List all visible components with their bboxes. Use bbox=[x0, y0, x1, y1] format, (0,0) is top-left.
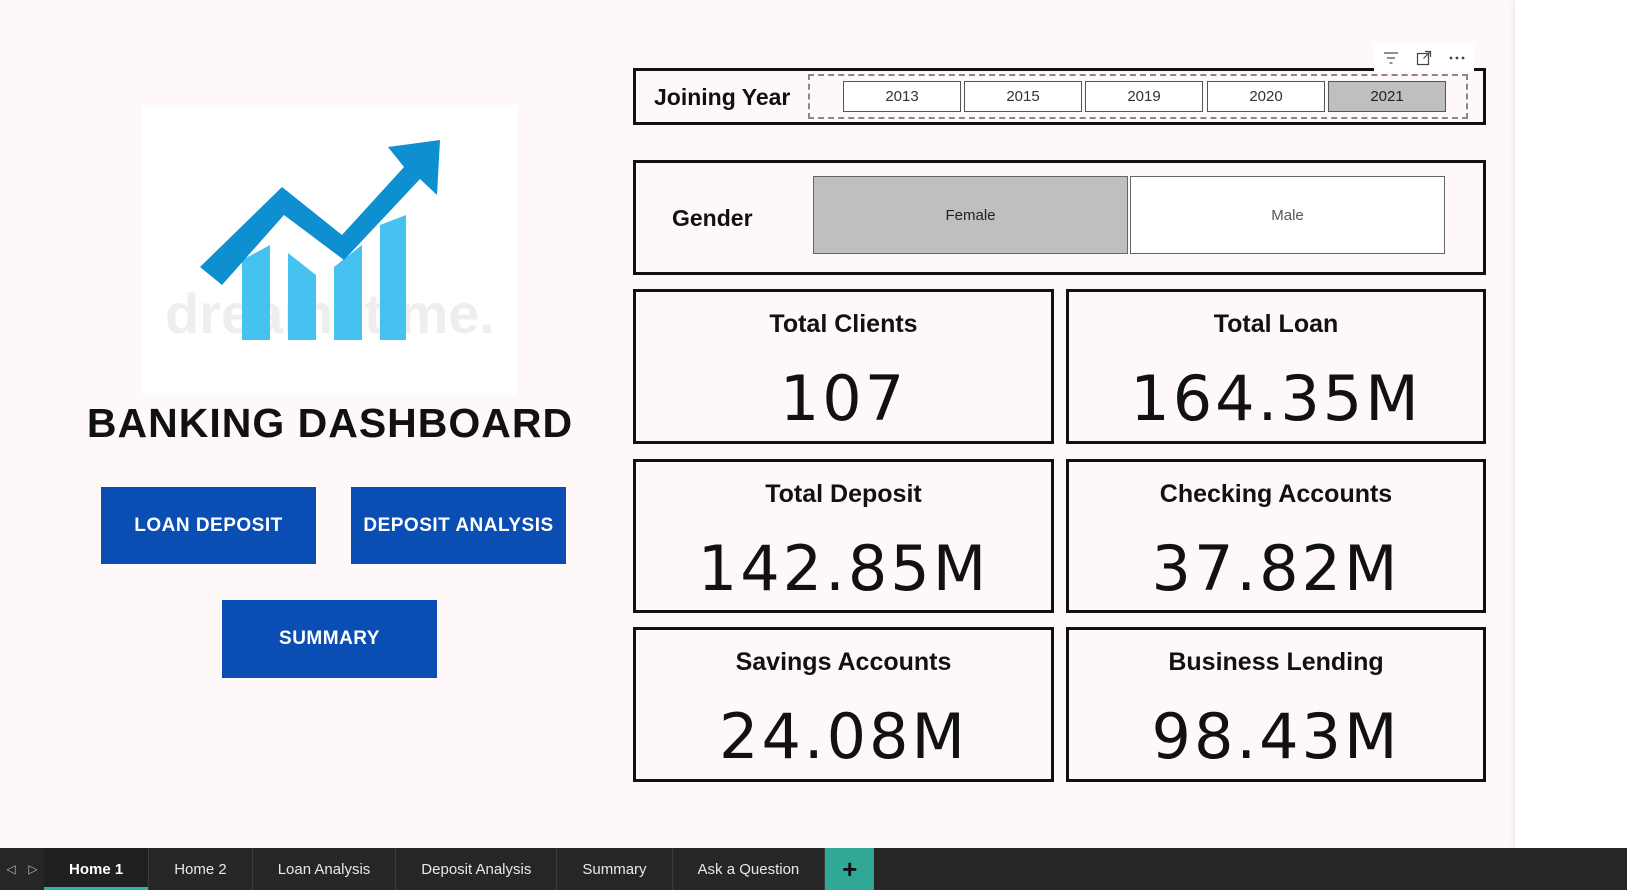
kpi-value: 24.08M bbox=[719, 700, 968, 773]
tab-home-2[interactable]: Home 2 bbox=[149, 848, 253, 890]
visual-header-toolbar bbox=[1374, 44, 1474, 72]
kpi-card-business-lending: Business Lending 98.43M bbox=[1066, 627, 1486, 782]
canvas-margin bbox=[1515, 0, 1627, 848]
kpi-title: Business Lending bbox=[1168, 648, 1384, 676]
year-option-2019[interactable]: 2019 bbox=[1085, 81, 1203, 112]
loan-deposit-button[interactable]: LOAN DEPOSIT bbox=[101, 487, 316, 564]
tab-deposit-analysis[interactable]: Deposit Analysis bbox=[396, 848, 558, 890]
kpi-value: 37.82M bbox=[1151, 532, 1401, 605]
deposit-analysis-button[interactable]: DEPOSIT ANALYSIS bbox=[351, 487, 566, 564]
tab-scroll-arrows: ◁ ▷ bbox=[0, 848, 44, 890]
more-options-icon[interactable] bbox=[1446, 47, 1468, 69]
kpi-card-total-clients: Total Clients 107 bbox=[633, 289, 1054, 444]
kpi-title: Total Clients bbox=[769, 310, 918, 338]
kpi-card-savings-accounts: Savings Accounts 24.08M bbox=[633, 627, 1054, 782]
kpi-card-total-deposit: Total Deposit 142.85M bbox=[633, 459, 1054, 613]
tab-ask-a-question[interactable]: Ask a Question bbox=[673, 848, 826, 890]
kpi-value: 164.35M bbox=[1130, 362, 1422, 435]
banking-logo: dreamstime. bbox=[142, 105, 517, 395]
logo-watermark: dreamstime. bbox=[165, 282, 495, 345]
plus-icon: + bbox=[842, 853, 858, 884]
dashboard-title: BANKING DASHBOARD bbox=[86, 400, 574, 446]
tab-loan-analysis[interactable]: Loan Analysis bbox=[253, 848, 397, 890]
gender-slicer: Gender Female Male bbox=[633, 160, 1486, 275]
kpi-value: 98.43M bbox=[1151, 700, 1401, 773]
scroll-left-icon[interactable]: ◁ bbox=[6, 862, 15, 876]
kpi-value: 142.85M bbox=[697, 532, 990, 605]
kpi-title: Total Deposit bbox=[765, 480, 922, 508]
add-page-button[interactable]: + bbox=[825, 848, 875, 890]
year-option-2013[interactable]: 2013 bbox=[843, 81, 961, 112]
focus-mode-icon[interactable] bbox=[1413, 47, 1435, 69]
kpi-card-checking-accounts: Checking Accounts 37.82M bbox=[1066, 459, 1486, 613]
year-option-2015[interactable]: 2015 bbox=[964, 81, 1082, 112]
growth-chart-icon: dreamstime. bbox=[142, 105, 517, 395]
year-option-2020[interactable]: 2020 bbox=[1207, 81, 1325, 112]
year-option-2021[interactable]: 2021 bbox=[1328, 81, 1446, 112]
kpi-title: Total Loan bbox=[1213, 310, 1339, 338]
kpi-title: Savings Accounts bbox=[735, 648, 952, 676]
kpi-card-total-loan: Total Loan 164.35M bbox=[1066, 289, 1486, 444]
tab-home-1[interactable]: Home 1 bbox=[44, 848, 150, 890]
joining-year-label: Joining Year bbox=[654, 84, 791, 110]
gender-option-male[interactable]: Male bbox=[1130, 176, 1445, 254]
summary-button[interactable]: SUMMARY bbox=[222, 600, 437, 678]
report-canvas: dreamstime. BANKING DASHBOARD LOAN DEPOS… bbox=[0, 0, 1515, 848]
page-tab-bar: ◁ ▷ Home 1 Home 2 Loan Analysis Deposit … bbox=[0, 848, 1627, 890]
gender-label: Gender bbox=[672, 205, 753, 231]
kpi-value: 107 bbox=[779, 362, 908, 435]
kpi-title: Checking Accounts bbox=[1159, 480, 1393, 508]
tab-summary[interactable]: Summary bbox=[557, 848, 673, 890]
filter-icon[interactable] bbox=[1380, 47, 1402, 69]
scroll-right-icon[interactable]: ▷ bbox=[28, 862, 37, 876]
gender-option-female[interactable]: Female bbox=[813, 176, 1128, 254]
joining-year-slicer: Joining Year 2013 2015 2019 2020 2021 bbox=[633, 68, 1486, 125]
